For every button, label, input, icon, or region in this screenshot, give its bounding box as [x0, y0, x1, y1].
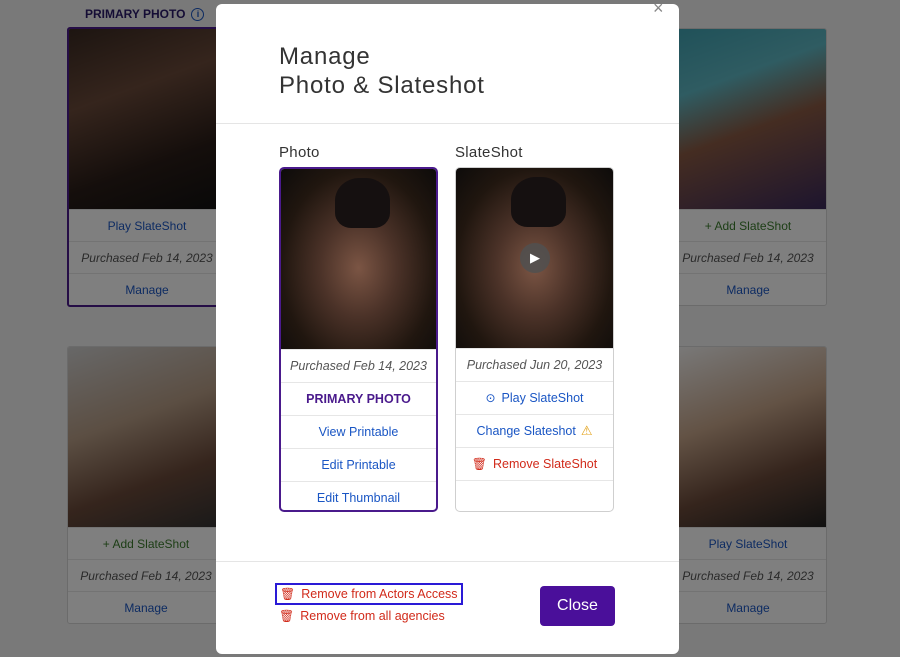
- photo-image: [281, 169, 436, 349]
- photo-card: Purchased Feb 14, 2023 PRIMARY PHOTO Vie…: [279, 167, 438, 512]
- close-icon[interactable]: ×: [653, 0, 664, 19]
- remove-from-actors-access-link[interactable]: 🗑 Remove from Actors Access: [275, 583, 463, 605]
- divider: [216, 561, 679, 562]
- photo-heading: Photo: [279, 144, 320, 161]
- edit-thumbnail-link[interactable]: Edit Thumbnail: [281, 481, 436, 510]
- edit-printable-link[interactable]: Edit Printable: [281, 448, 436, 481]
- trash-icon: 🗑: [279, 609, 295, 623]
- play-circle-icon: ⊙: [485, 391, 496, 405]
- manage-photo-dialog: × Manage Photo & Slateshot Photo SlateSh…: [216, 0, 679, 654]
- play-slateshot-link[interactable]: ⊙ Play SlateShot: [456, 381, 613, 414]
- remove-slateshot-link[interactable]: 🗑 Remove SlateShot: [456, 447, 613, 480]
- primary-photo-badge: PRIMARY PHOTO: [281, 382, 436, 415]
- divider: [216, 123, 679, 124]
- photo-purchased-date: Purchased Feb 14, 2023: [281, 349, 436, 382]
- change-slateshot-link[interactable]: Change Slateshot ⚠: [456, 414, 613, 447]
- slateshot-image: ▶: [456, 168, 613, 348]
- slateshot-heading: SlateShot: [455, 144, 523, 161]
- slateshot-card: ▶ Purchased Jun 20, 2023 ⊙ Play SlateSho…: [455, 167, 614, 512]
- view-printable-link[interactable]: View Printable: [281, 415, 436, 448]
- slateshot-purchased-date: Purchased Jun 20, 2023: [456, 348, 613, 381]
- trash-icon: 🗑: [280, 587, 296, 601]
- play-icon[interactable]: ▶: [520, 243, 550, 273]
- trash-icon: 🗑: [471, 457, 487, 471]
- remove-from-all-agencies-link[interactable]: 🗑 Remove from all agencies: [276, 607, 448, 625]
- dialog-title: Manage Photo & Slateshot: [279, 43, 485, 99]
- empty-row: [456, 480, 613, 511]
- close-button[interactable]: Close: [540, 586, 615, 626]
- warning-icon: ⚠: [580, 423, 593, 438]
